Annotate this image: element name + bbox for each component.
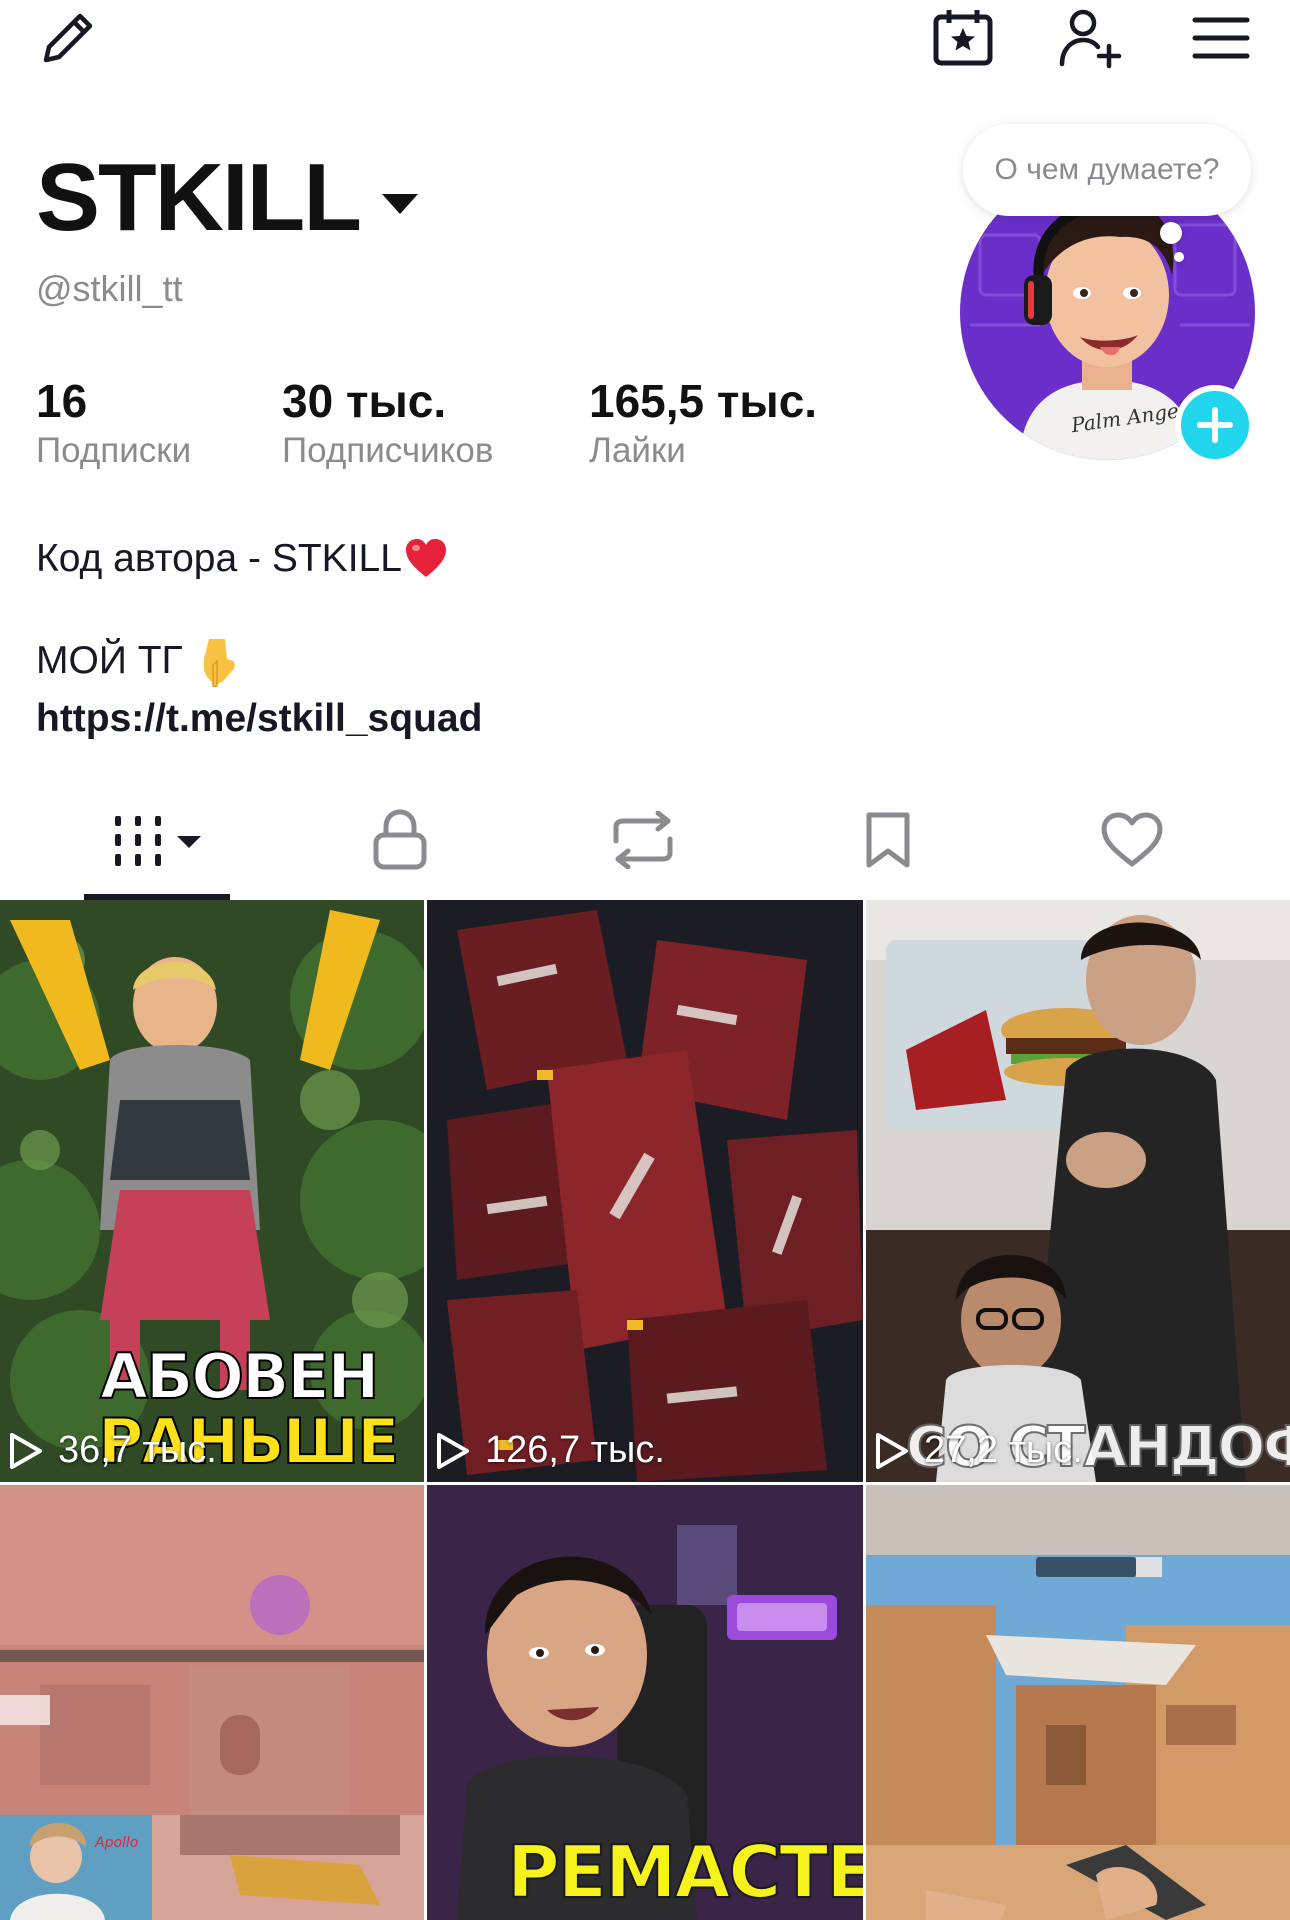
repost-icon <box>613 811 673 869</box>
view-count: 27,2 тыс. <box>874 1429 1083 1472</box>
profile-bio: Код автора - STKILL МОЙ ТГ https://t.me/… <box>36 530 482 748</box>
profile-screen: STKILL @stkill_tt 16 Подписки 30 тыс. По… <box>0 0 1290 1920</box>
content-tabs <box>0 780 1290 900</box>
add-story-button[interactable] <box>1175 385 1255 465</box>
tab-reposts[interactable] <box>563 780 723 900</box>
bio-link[interactable]: https://t.me/stkill_squad <box>36 690 482 748</box>
pointing-down-emoji-icon <box>203 639 235 687</box>
grid-bars-icon <box>115 816 201 866</box>
tab-saved[interactable] <box>808 780 968 900</box>
play-icon <box>10 1432 42 1469</box>
top-bar <box>0 0 1290 80</box>
hamburger-menu-icon[interactable] <box>1183 4 1259 72</box>
video-caption: АБОВЕН <box>99 1339 380 1414</box>
display-name-switcher[interactable]: STKILL <box>36 150 418 246</box>
stat-label: Лайки <box>589 431 686 470</box>
view-count-text: 36,7 тыс. <box>58 1429 217 1471</box>
username-handle: @stkill_tt <box>36 268 183 309</box>
stat-value: 30 тыс. <box>282 375 447 427</box>
bio-line: Код автора - STKILL <box>36 537 402 580</box>
lock-icon <box>373 809 427 870</box>
view-count: 36,7 тыс. <box>8 1429 217 1472</box>
heart-icon <box>1101 812 1163 867</box>
video-thumbnail[interactable]: СО СТАНДОФФ 2 27,2 тыс. <box>866 900 1290 1482</box>
play-icon <box>876 1432 908 1469</box>
stat-likes[interactable]: 165,5 тыс. Лайки <box>589 375 817 473</box>
video-thumbnail[interactable]: Apollo <box>0 1485 424 1920</box>
video-thumbnail[interactable]: 126,7 тыс. <box>427 900 863 1482</box>
tab-liked[interactable] <box>1052 780 1212 900</box>
bubble-tail <box>1160 222 1182 244</box>
tab-private[interactable] <box>320 780 480 900</box>
stat-label: Подписки <box>36 431 192 470</box>
svg-text:Apollo: Apollo <box>94 1835 138 1851</box>
calendar-star-icon[interactable] <box>925 4 1001 72</box>
heart-emoji-icon <box>405 539 446 577</box>
bubble-tail <box>1174 252 1184 262</box>
view-count-text: 126,7 тыс. <box>485 1429 665 1471</box>
play-icon <box>437 1432 469 1469</box>
bio-line: МОЙ ТГ <box>36 639 183 682</box>
video-caption: РЕМАСТЕР? <box>506 1829 863 1915</box>
stat-value: 16 <box>36 375 88 427</box>
stat-followers[interactable]: 30 тыс. Подписчиков <box>282 375 493 473</box>
note-bubble[interactable]: О чем думаете? <box>963 124 1251 216</box>
view-count-text: 27,2 тыс. <box>924 1429 1083 1471</box>
video-grid: АБОВЕН РАНЬШЕ 36,7 тыс. 126,7 тыс. СО СТ… <box>0 900 1290 1920</box>
video-thumbnail[interactable]: АБОВЕН РАНЬШЕ 36,7 тыс. <box>0 900 424 1482</box>
video-thumbnail[interactable]: РЕМАСТЕР? <box>427 1485 863 1920</box>
stat-value: 165,5 тыс. <box>589 375 818 427</box>
caret-down-icon <box>381 194 418 214</box>
video-thumbnail[interactable] <box>866 1485 1290 1920</box>
view-count: 126,7 тыс. <box>435 1429 665 1472</box>
add-user-icon[interactable] <box>1054 4 1130 72</box>
display-name: STKILL <box>36 144 362 251</box>
stat-label: Подписчиков <box>282 431 494 470</box>
pencil-icon[interactable] <box>30 4 106 72</box>
tab-videos[interactable] <box>77 780 237 900</box>
stat-following[interactable]: 16 Подписки <box>36 375 191 473</box>
bookmark-icon <box>866 812 910 868</box>
